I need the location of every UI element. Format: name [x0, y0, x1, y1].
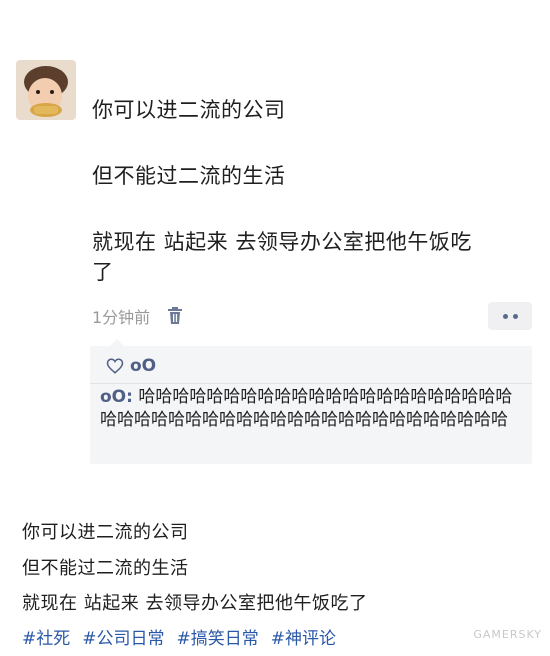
caption-line-2: 但不能过二流的生活: [22, 558, 189, 579]
comment-box-notch: [110, 339, 124, 346]
post-line-2: 但不能过二流的生活: [92, 164, 286, 188]
more-options-button[interactable]: [488, 302, 532, 330]
caption-line-1: 你可以进二流的公司: [22, 522, 189, 543]
tag-shesi[interactable]: #社死: [22, 624, 70, 649]
caption-line-3: 就现在 站起来 去领导办公室把他午饭吃了: [22, 593, 368, 614]
post-line-3: 就现在 站起来 去领导办公室把他午饭吃: [92, 230, 472, 254]
post-time: 1分钟前: [92, 308, 151, 327]
avatar-image: [16, 60, 76, 120]
liker-name[interactable]: oO: [130, 356, 156, 376]
comment-author[interactable]: oO:: [100, 387, 133, 407]
comment-divider: [90, 383, 532, 384]
tag-company-daily[interactable]: #公司日常: [82, 624, 164, 649]
dot-icon: [512, 313, 518, 319]
comment-box: oO oO: 哈哈哈哈哈哈哈哈哈哈哈哈哈哈哈哈哈哈哈哈哈哈哈哈哈哈哈哈哈哈哈哈哈…: [90, 346, 532, 464]
post-line-1: 你可以进二流的公司: [92, 98, 286, 122]
watermark: GAMERSKY: [473, 628, 542, 641]
post-meta: 1分钟前: [92, 304, 184, 328]
tag-list: #社死 #公司日常 #搞笑日常 #神评论: [22, 624, 336, 649]
heart-icon[interactable]: [106, 357, 124, 375]
comment: oO: 哈哈哈哈哈哈哈哈哈哈哈哈哈哈哈哈哈哈哈哈哈哈哈哈哈哈哈哈哈哈哈哈哈哈哈哈…: [100, 386, 522, 432]
avatar[interactable]: [16, 60, 76, 120]
post-line-4: 了: [92, 260, 114, 284]
trash-icon[interactable]: [166, 306, 184, 326]
dot-icon: [502, 313, 508, 319]
likes-row: oO: [106, 352, 156, 380]
tag-funny-daily[interactable]: #搞笑日常: [177, 624, 259, 649]
comment-body: 哈哈哈哈哈哈哈哈哈哈哈哈哈哈哈哈哈哈哈哈哈哈哈哈哈哈哈哈哈哈哈哈哈哈哈哈哈哈哈哈…: [100, 387, 513, 430]
tag-best-comment[interactable]: #神评论: [271, 624, 336, 649]
